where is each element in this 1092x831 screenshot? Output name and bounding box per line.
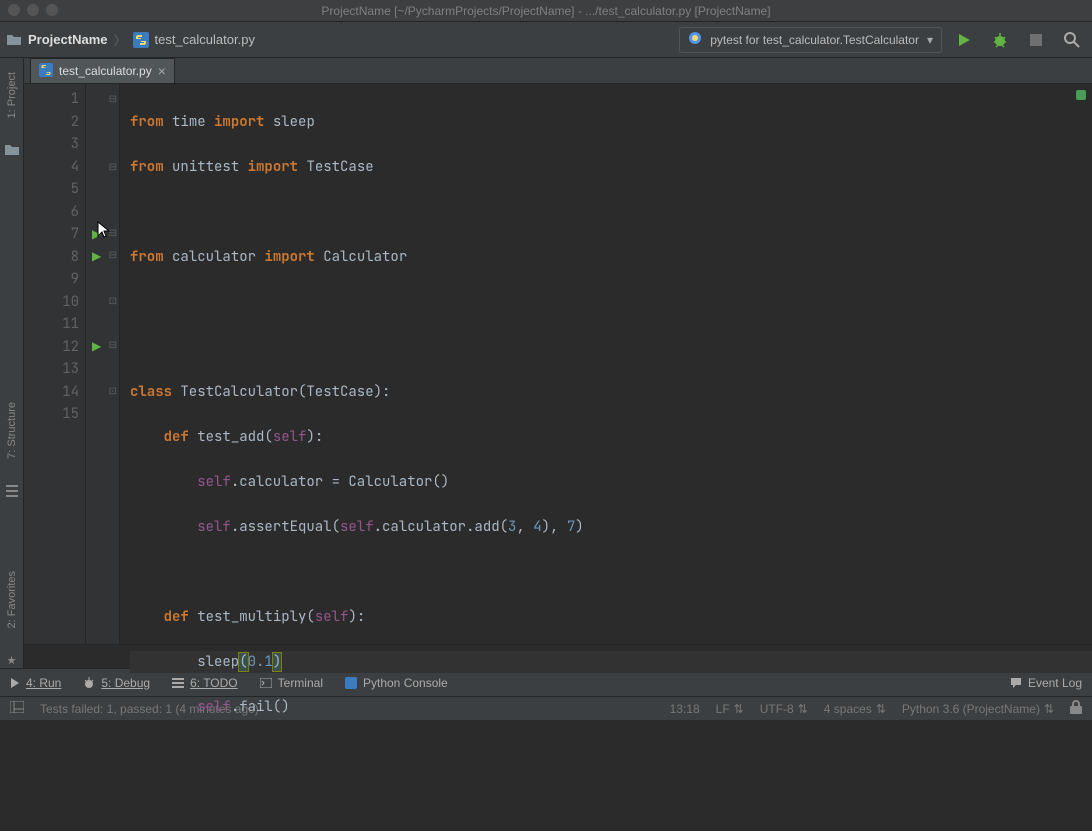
sidebar-tab-favorites[interactable]: 2: Favorites — [4, 567, 20, 632]
work-area: 1: Project 7: Structure 2: Favorites ★ t… — [0, 58, 1092, 668]
fold-icon[interactable]: ⊟ — [109, 158, 117, 181]
run-gutter-icon[interactable]: ▶ — [92, 246, 101, 269]
fold-icon[interactable]: ⊡ — [109, 292, 117, 315]
tool-run[interactable]: 4: Run — [10, 676, 61, 690]
file-tab-label: test_calculator.py — [59, 64, 152, 78]
run-button[interactable] — [950, 26, 978, 54]
minimize-dot[interactable] — [27, 4, 39, 16]
debug-button[interactable] — [986, 26, 1014, 54]
python-file-icon — [39, 63, 53, 80]
python-file-icon — [133, 31, 149, 48]
line-numbers: 1 2 3 4 5 6 7 8 9 10 11 12 13 14 15 — [24, 84, 86, 644]
breadcrumb-project: ProjectName — [28, 32, 107, 47]
chevron-down-icon: ▾ — [927, 33, 933, 47]
stop-button[interactable] — [1022, 26, 1050, 54]
inspection-indicator[interactable] — [1076, 90, 1086, 100]
left-tool-strip: 1: Project 7: Structure 2: Favorites ★ — [0, 58, 24, 668]
mouse-cursor-icon — [97, 221, 111, 239]
sidebar-tab-structure[interactable]: 7: Structure — [4, 398, 20, 463]
breadcrumb[interactable]: ProjectName 〉 test_calculator.py — [6, 30, 255, 49]
close-dot[interactable] — [8, 4, 20, 16]
chevron-right-icon: 〉 — [113, 30, 126, 49]
file-tab-test-calculator[interactable]: test_calculator.py × — [30, 58, 175, 83]
fold-icon[interactable]: ⊟ — [109, 336, 117, 359]
zoom-dot[interactable] — [46, 4, 58, 16]
window-title: ProjectName [~/PycharmProjects/ProjectNa… — [321, 4, 770, 18]
toolbar: ProjectName 〉 test_calculator.py pytest … — [0, 22, 1092, 58]
code-content[interactable]: from time import sleep from unittest imp… — [120, 84, 1092, 644]
structure-icon — [4, 483, 20, 499]
editor[interactable]: 1 2 3 4 5 6 7 8 9 10 11 12 13 14 15 ▶ ▶ … — [24, 84, 1092, 644]
star-icon: ★ — [4, 652, 20, 668]
sidebar-tab-project[interactable]: 1: Project — [4, 68, 20, 122]
project-icon — [4, 142, 20, 158]
gutter[interactable]: ▶ ▶ ▶ ⊟ ⊟ ⊟ ⊟ ⊡ ⊟ ⊡ — [86, 84, 120, 644]
editor-area: test_calculator.py × 1 2 3 4 5 6 7 8 9 1… — [24, 58, 1092, 668]
search-button[interactable] — [1058, 26, 1086, 54]
run-gutter-icon[interactable]: ▶ — [92, 336, 101, 359]
file-tabs: test_calculator.py × — [24, 58, 1092, 84]
fold-icon[interactable]: ⊡ — [109, 382, 117, 405]
folder-icon — [6, 32, 22, 48]
pytest-icon — [688, 31, 702, 48]
run-config-label: pytest for test_calculator.TestCalculato… — [710, 33, 919, 47]
titlebar: ProjectName [~/PycharmProjects/ProjectNa… — [0, 0, 1092, 22]
fold-icon[interactable]: ⊟ — [109, 246, 117, 269]
window-controls — [8, 4, 58, 16]
fold-icon[interactable]: ⊟ — [109, 90, 117, 113]
close-icon[interactable]: × — [158, 64, 166, 78]
tool-windows-icon[interactable] — [10, 701, 24, 716]
breadcrumb-file: test_calculator.py — [155, 32, 255, 47]
run-config-selector[interactable]: pytest for test_calculator.TestCalculato… — [679, 27, 942, 53]
